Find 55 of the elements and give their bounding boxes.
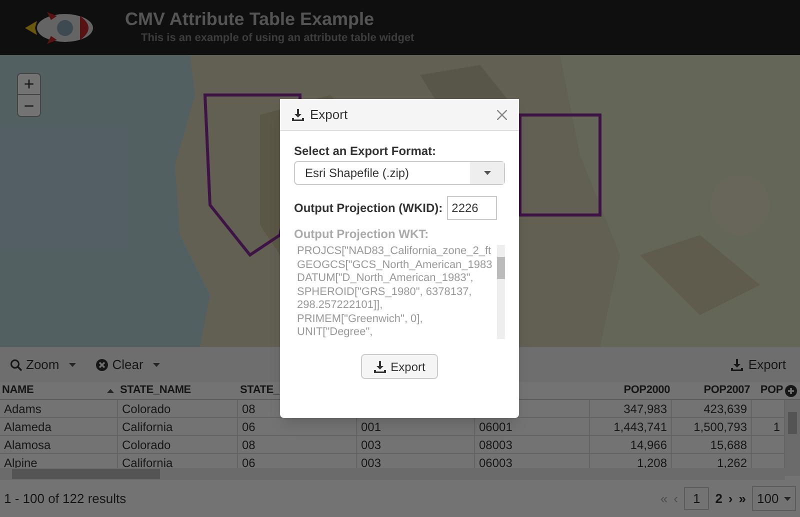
last-page-button[interactable]: »	[738, 488, 746, 508]
caret-icon	[784, 496, 791, 500]
download-icon	[374, 360, 386, 372]
zoom-icon	[10, 358, 22, 370]
page-link[interactable]: 2	[715, 488, 722, 508]
clear-button[interactable]: Clear	[96, 354, 160, 374]
export-button[interactable]: Export	[731, 354, 786, 374]
vertical-scrollbar[interactable]	[785, 400, 800, 476]
caret-icon	[484, 171, 490, 175]
close-icon	[497, 110, 507, 120]
caret-icon	[153, 363, 160, 368]
column-header[interactable]: POP2007	[704, 382, 750, 399]
table-cell: California	[118, 418, 238, 435]
format-label: Select an Export Format:	[294, 143, 438, 160]
format-select[interactable]: Esri Shapefile (.zip)	[294, 161, 505, 185]
table-cell: 347,983	[590, 400, 672, 417]
column-header[interactable]: STATE_	[240, 382, 280, 399]
zoom-in-button[interactable]: +	[18, 74, 40, 95]
results-count: 1 - 100 of 122 results	[4, 490, 126, 508]
column-header[interactable]: POP	[760, 382, 783, 399]
table-cell: 003	[357, 436, 475, 453]
app-title: CMV Attribute Table Example	[125, 8, 376, 30]
next-page-button[interactable]: ›	[728, 488, 733, 508]
wkt-text-area[interactable]: PROJCS["NAD83_California_zone_2_ft GEOGCS["GCS_North_American_1983 DATUM["D_North_American_1983", SPHEROID["GRS_1980", 6378137, 298.257222101]], PRIMEM["Greenwich", 0], UNIT["Degree",	[294, 245, 505, 339]
add-column-icon	[785, 385, 797, 397]
table-cell: 14,966	[590, 436, 672, 453]
table-cell: Alamosa	[0, 436, 118, 453]
wkid-field[interactable]: 2226	[446, 196, 497, 220]
zoom-button[interactable]: Zoom	[8, 354, 78, 374]
caret-icon	[69, 363, 76, 368]
horizontal-scrollbar[interactable]	[0, 468, 785, 480]
table-cell: 423,639	[672, 400, 752, 417]
download-icon	[731, 358, 744, 370]
dialog-export-button[interactable]: Export	[360, 354, 438, 379]
table-cell: 1,443,741	[590, 418, 672, 435]
table-cell: 08	[238, 436, 357, 453]
wkt-label: Output Projection WKT:	[294, 226, 430, 243]
page-number-field[interactable]: 1	[684, 486, 710, 510]
table-cell: Alameda	[0, 418, 118, 435]
wkid-label: Output Projection (WKID):	[294, 200, 443, 217]
column-header[interactable]: NAME	[2, 382, 34, 399]
clear-icon	[96, 358, 108, 370]
table-cell: Colorado	[118, 436, 238, 453]
table-cell: Adams	[0, 400, 118, 417]
column-header[interactable]: STATE_NAME	[120, 382, 191, 399]
table-cell: 15,688	[672, 436, 752, 453]
column-header[interactable]: POP2000	[624, 382, 670, 399]
table-cell: 1,500,793	[672, 418, 752, 435]
table-cell: 08003	[475, 436, 590, 453]
page-size-select[interactable]: 100	[752, 486, 796, 512]
download-icon	[292, 108, 304, 120]
dialog-title: Export	[310, 106, 348, 124]
zoom-out-button[interactable]: −	[18, 95, 40, 116]
close-button[interactable]	[497, 110, 507, 120]
table-cell: Colorado	[118, 400, 238, 417]
